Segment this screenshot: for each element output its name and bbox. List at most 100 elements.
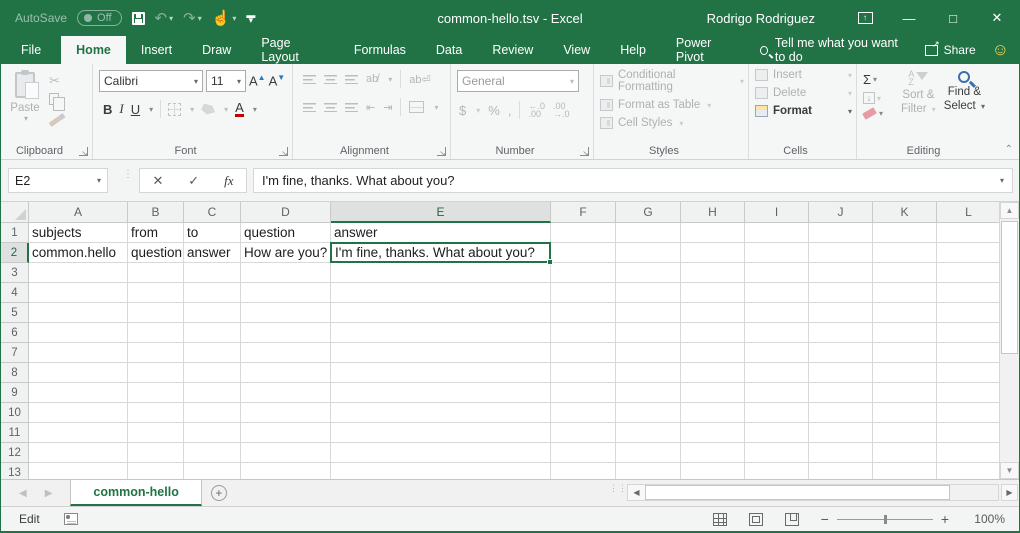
cell-G8[interactable] — [616, 363, 681, 383]
cell-F11[interactable] — [551, 423, 616, 443]
cell-A3[interactable] — [29, 263, 128, 283]
cell-L13[interactable] — [937, 463, 1001, 479]
paste-dropdown-icon[interactable]: ▾ — [24, 114, 28, 123]
cell-I5[interactable] — [745, 303, 809, 323]
undo-button[interactable]: ↶▾ — [155, 9, 174, 27]
cell-K4[interactable] — [873, 283, 937, 303]
cell-I7[interactable] — [745, 343, 809, 363]
decrease-decimal-button[interactable]: .00→.0 — [553, 102, 570, 118]
autosum-button[interactable]: Σ▾ — [863, 72, 897, 87]
cell-C12[interactable] — [184, 443, 241, 463]
cell-H9[interactable] — [681, 383, 745, 403]
page-break-preview-button[interactable] — [785, 513, 799, 526]
cell-A11[interactable] — [29, 423, 128, 443]
close-button[interactable]: ✕ — [975, 0, 1019, 36]
cell-C7[interactable] — [184, 343, 241, 363]
name-box[interactable]: E2▾ — [8, 168, 108, 193]
cell-F12[interactable] — [551, 443, 616, 463]
cell-D4[interactable] — [241, 283, 331, 303]
cell-I6[interactable] — [745, 323, 809, 343]
cell-H7[interactable] — [681, 343, 745, 363]
fill-color-dropdown-icon[interactable]: ▾ — [224, 105, 228, 114]
formula-bar-resize-handle[interactable]: ⋮ — [123, 172, 133, 177]
row-header-10[interactable]: 10 — [1, 403, 29, 423]
row-header-13[interactable]: 13 — [1, 463, 29, 479]
wrap-text-icon[interactable]: ab⏎ — [409, 73, 430, 86]
cell-C10[interactable] — [184, 403, 241, 423]
tab-draw[interactable]: Draw — [187, 36, 246, 64]
insert-function-button[interactable]: fx — [224, 173, 233, 189]
cell-A7[interactable] — [29, 343, 128, 363]
insert-cells-button[interactable]: Insert▾ — [755, 69, 852, 81]
cell-J9[interactable] — [809, 383, 873, 403]
cell-F6[interactable] — [551, 323, 616, 343]
active-cell-e2[interactable]: I'm fine, thanks. What about you? — [330, 242, 551, 263]
cell-E1[interactable]: answer — [331, 223, 551, 243]
clipboard-dialog-launcher[interactable] — [79, 147, 88, 156]
row-header-1[interactable]: 1 — [1, 223, 29, 243]
cell-L1[interactable] — [937, 223, 1001, 243]
cell-G5[interactable] — [616, 303, 681, 323]
touch-mode-button[interactable]: ☝▾ — [212, 9, 237, 27]
column-header-A[interactable]: A — [29, 202, 128, 223]
cell-F1[interactable] — [551, 223, 616, 243]
cell-A13[interactable] — [29, 463, 128, 479]
cell-F7[interactable] — [551, 343, 616, 363]
cell-L6[interactable] — [937, 323, 1001, 343]
cell-B4[interactable] — [128, 283, 184, 303]
cell-K7[interactable] — [873, 343, 937, 363]
cell-J11[interactable] — [809, 423, 873, 443]
align-top-icon[interactable] — [303, 75, 316, 84]
cell-E12[interactable] — [331, 443, 551, 463]
bold-button[interactable]: B — [103, 102, 112, 117]
cell-H10[interactable] — [681, 403, 745, 423]
macro-record-button[interactable] — [64, 513, 78, 525]
cell-H12[interactable] — [681, 443, 745, 463]
cell-K1[interactable] — [873, 223, 937, 243]
cell-D13[interactable] — [241, 463, 331, 479]
sheet-nav-prev-button[interactable]: ◀ — [19, 488, 27, 499]
cell-I8[interactable] — [745, 363, 809, 383]
cell-L9[interactable] — [937, 383, 1001, 403]
cell-B12[interactable] — [128, 443, 184, 463]
column-header-L[interactable]: L — [937, 202, 1001, 223]
orientation-icon[interactable]: ab̸ — [366, 73, 378, 85]
redo-button[interactable]: ↷▾ — [183, 9, 202, 27]
cell-B6[interactable] — [128, 323, 184, 343]
font-color-button[interactable]: A — [235, 102, 244, 117]
cell-B2[interactable]: question — [128, 243, 184, 263]
cell-J2[interactable] — [809, 243, 873, 263]
cell-L4[interactable] — [937, 283, 1001, 303]
cell-C3[interactable] — [184, 263, 241, 283]
tab-review[interactable]: Review — [477, 36, 548, 64]
cell-I9[interactable] — [745, 383, 809, 403]
vertical-scrollbar[interactable]: ▲ ▼ — [999, 202, 1019, 479]
underline-button[interactable]: U — [131, 102, 140, 117]
font-size-select[interactable]: 11▾ — [206, 70, 246, 92]
cell-E10[interactable] — [331, 403, 551, 423]
cell-J4[interactable] — [809, 283, 873, 303]
cell-J7[interactable] — [809, 343, 873, 363]
column-header-G[interactable]: G — [616, 202, 681, 223]
column-header-K[interactable]: K — [873, 202, 937, 223]
tab-page-layout[interactable]: Page Layout — [246, 36, 338, 64]
row-header-7[interactable]: 7 — [1, 343, 29, 363]
sheet-tab-common-hello[interactable]: common-hello — [70, 480, 201, 506]
cell-H4[interactable] — [681, 283, 745, 303]
increase-decimal-button[interactable]: ←.0.00 — [528, 102, 545, 118]
cell-A4[interactable] — [29, 283, 128, 303]
font-name-select[interactable]: Calibri▾ — [99, 70, 203, 92]
cell-J12[interactable] — [809, 443, 873, 463]
cell-G4[interactable] — [616, 283, 681, 303]
cell-I10[interactable] — [745, 403, 809, 423]
formula-input[interactable] — [262, 173, 1000, 188]
cell-D1[interactable]: question — [241, 223, 331, 243]
row-header-3[interactable]: 3 — [1, 263, 29, 283]
italic-button[interactable]: I — [119, 101, 123, 117]
cell-I1[interactable] — [745, 223, 809, 243]
save-button[interactable] — [132, 12, 145, 25]
cell-I11[interactable] — [745, 423, 809, 443]
cell-C8[interactable] — [184, 363, 241, 383]
column-header-F[interactable]: F — [551, 202, 616, 223]
scroll-right-arrow[interactable]: ▶ — [1001, 484, 1018, 501]
